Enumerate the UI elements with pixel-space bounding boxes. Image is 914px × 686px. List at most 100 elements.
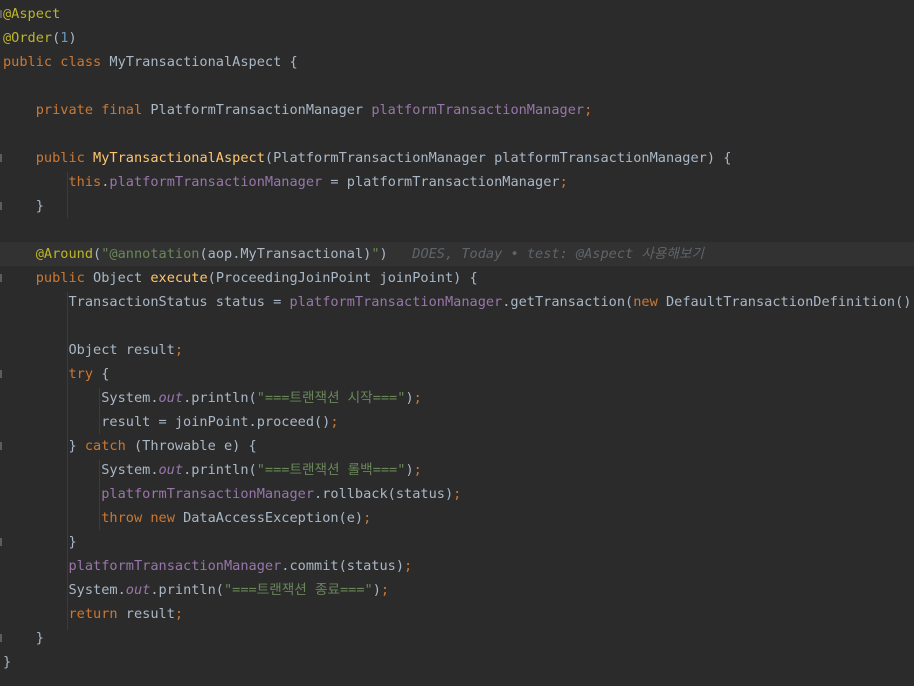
code-line[interactable]: public class MyTransactionalAspect { (0, 50, 914, 74)
keyword-token: public (35, 270, 94, 286)
keyword-token: new (633, 294, 666, 310)
code-line[interactable] (0, 74, 914, 98)
code-text: } (3, 534, 77, 550)
field-token: platformTransactionManager (289, 294, 503, 310)
field-token: platformTransactionManager (109, 174, 323, 190)
string-literal: " (371, 246, 380, 262)
code-line[interactable]: public MyTransactionalAspect(PlatformTra… (0, 146, 914, 170)
keyword-token: public class (3, 54, 110, 70)
keyword-token: ; (413, 390, 422, 406)
fold-marker-icon[interactable] (0, 202, 2, 210)
code-line[interactable]: @Order(1) (0, 26, 914, 50)
code-line[interactable]: System.out.println("===트랜잭션 롤백==="); (0, 458, 914, 482)
code-text: } (3, 438, 85, 454)
indent-guide (99, 460, 100, 530)
code-line-current[interactable]: @Around("@annotation(aop.MyTransactional… (0, 242, 914, 266)
code-line[interactable]: throw new DataAccessException(e); (0, 506, 914, 530)
code-text: ) (372, 582, 381, 598)
code-line[interactable]: Object result; (0, 338, 914, 362)
keyword-token: this (68, 174, 102, 190)
fold-marker-icon[interactable] (0, 10, 2, 18)
code-text: result (125, 606, 175, 622)
keyword-token: throw new (101, 510, 184, 526)
code-text: (ProceedingJoinPoint joinPoint) { (207, 270, 478, 286)
keyword-token: ; (559, 174, 568, 190)
code-text: ( (93, 246, 102, 262)
fold-marker-icon[interactable] (0, 154, 2, 162)
code-line[interactable]: } (0, 194, 914, 218)
code-line[interactable]: result = joinPoint.proceed(); (0, 410, 914, 434)
fold-marker-icon[interactable] (0, 538, 2, 546)
annotation-token: @Around (35, 246, 94, 262)
keyword-token: ; (584, 102, 593, 118)
code-line[interactable]: } (0, 650, 914, 674)
field-token: platformTransactionManager (101, 486, 315, 502)
code-line[interactable]: platformTransactionManager.rollback(stat… (0, 482, 914, 506)
fold-marker-icon[interactable] (0, 274, 2, 282)
keyword-token: private final (35, 102, 151, 118)
code-line[interactable]: System.out.println("===트랜잭션 시작==="); (0, 386, 914, 410)
code-editor[interactable]: @Aspect @Order(1) public class MyTransacti… (0, 2, 914, 686)
keyword-token: ; (413, 462, 422, 478)
code-text: DefaultTransactionDefinition()) (665, 294, 914, 310)
code-line[interactable]: try { (0, 362, 914, 386)
code-line[interactable]: public Object execute(ProceedingJoinPoin… (0, 266, 914, 290)
code-text: { (101, 366, 110, 382)
code-line[interactable]: TransactionStatus status = platformTrans… (0, 290, 914, 314)
code-text: } (3, 654, 12, 670)
indent-guide (67, 172, 68, 218)
fold-marker-icon[interactable] (0, 634, 2, 642)
code-line[interactable]: System.out.println("===트랜잭션 종료==="); (0, 578, 914, 602)
static-field-token: out (125, 582, 151, 598)
code-line[interactable]: @Aspect (0, 2, 914, 26)
code-line[interactable]: } catch (Throwable e) { (0, 434, 914, 458)
string-literal: "===트랜잭션 롤백===" (256, 462, 406, 478)
code-text: .println( (150, 582, 224, 598)
string-literal: "===트랜잭션 시작===" (256, 390, 406, 406)
code-text: .println( (183, 462, 257, 478)
code-text: ) (379, 246, 388, 262)
code-text: Object (93, 270, 151, 286)
code-text: Object result (3, 342, 175, 358)
keyword-token: return (68, 606, 126, 622)
code-text: } (3, 630, 44, 646)
keyword-token: ; (404, 558, 413, 574)
keyword-token: ; (363, 510, 372, 526)
fold-marker-icon[interactable] (0, 370, 2, 378)
code-line[interactable]: return result; (0, 602, 914, 626)
code-text: ) (405, 462, 414, 478)
code-line[interactable] (0, 218, 914, 242)
code-line[interactable]: } (0, 626, 914, 650)
indent-guide (99, 388, 100, 434)
code-text: System. (3, 582, 126, 598)
code-line[interactable]: platformTransactionManager.commit(status… (0, 554, 914, 578)
code-lines[interactable]: @Aspect @Order(1) public class MyTransacti… (0, 2, 914, 674)
code-line[interactable]: } (0, 530, 914, 554)
code-text: } (3, 198, 44, 214)
keyword-token: ; (174, 606, 184, 622)
code-line[interactable] (0, 122, 914, 146)
keyword-token: try (68, 366, 102, 382)
keyword-token: catch (84, 438, 134, 454)
inline-blame-annotation: DOES, Today • test: @Aspect 사용해보기 (387, 246, 704, 262)
code-text: = platformTransactionManager (322, 174, 560, 190)
indent-guide (67, 292, 68, 630)
keyword-token: ; (330, 414, 339, 430)
code-line[interactable]: private final PlatformTransactionManager… (0, 98, 914, 122)
static-field-token: out (158, 390, 184, 406)
code-text: .println( (183, 390, 257, 406)
code-line[interactable] (0, 314, 914, 338)
code-line[interactable]: this.platformTransactionManager = platfo… (0, 170, 914, 194)
keyword-token: ; (380, 582, 390, 598)
fold-marker-icon[interactable] (0, 442, 2, 450)
keyword-token: public (35, 150, 94, 166)
string-literal: "===트랜잭션 종료===" (224, 582, 373, 598)
